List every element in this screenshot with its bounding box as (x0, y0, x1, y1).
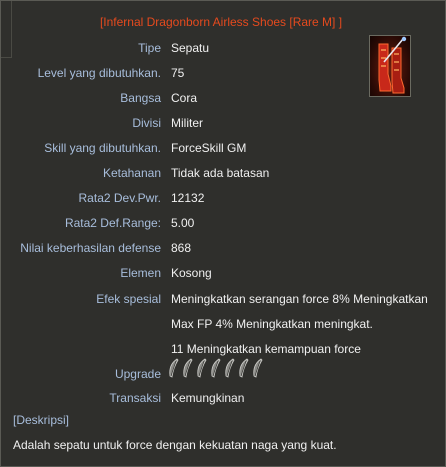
item-title: [Infernal Dragonborn Airless Shoes [Rare… (99, 15, 343, 29)
effect-line: 11 Meningkatkan kemampuan force (171, 342, 361, 356)
transaction-row: Transaksi Kemungkinan (1, 389, 441, 407)
stat-value: 5.00 (171, 216, 195, 230)
description-heading: [Deskripsi] (13, 413, 70, 427)
stat-value: 75 (171, 66, 185, 80)
description-text: Adalah sepatu untuk force dengan kekuata… (13, 438, 337, 452)
upgrade-slots (167, 357, 263, 379)
feather-slot-icon (239, 358, 249, 378)
stat-label: Ketahanan (102, 166, 161, 180)
effect-line: Max FP 4% Meningkatkan meningkat. (171, 317, 373, 331)
item-tooltip: [Infernal Dragonborn Airless Shoes [Rare… (0, 0, 446, 467)
stat-label: Level yang dibutuhkan. (37, 66, 161, 80)
stat-value: Sepatu (171, 41, 210, 55)
stat-row: Divisi Militer (1, 114, 441, 132)
stat-label: Skill yang dibutuhkan. (44, 141, 161, 155)
feather-slot-icon (211, 358, 221, 378)
stat-label: Bangsa (120, 91, 161, 105)
stat-label: Nilai keberhasilan defense (20, 241, 161, 255)
stat-value: Militer (171, 116, 203, 130)
upgrade-label: Upgrade (114, 367, 161, 381)
feather-slot-icon (183, 358, 193, 378)
stat-value: Cora (171, 91, 198, 105)
transaction-label: Transaksi (109, 391, 161, 405)
stat-value: Meningkatkan serangan force 8% Meningkat… (171, 292, 428, 306)
stat-row: Nilai keberhasilan defense 868 (1, 239, 441, 257)
stat-row: Ketahanan Tidak ada batasan (1, 164, 441, 182)
stat-label: Tipe (138, 41, 161, 55)
stat-label: Efek spesial (96, 292, 161, 306)
transaction-value: Kemungkinan (171, 391, 245, 405)
stat-row: Elemen Kosong (1, 264, 441, 282)
feather-slot-icon (197, 358, 207, 378)
stat-label: Divisi (132, 116, 161, 130)
stat-row: Rata2 Dev.Pwr. 12132 (1, 189, 441, 207)
stat-value: Tidak ada batasan (171, 166, 270, 180)
stat-label: Elemen (120, 266, 161, 280)
stat-row: Efek spesial Meningkatkan serangan force … (1, 290, 441, 308)
stat-value: ForceSkill GM (171, 141, 247, 155)
stat-row: Skill yang dibutuhkan. ForceSkill GM (1, 139, 441, 157)
stat-row: Level yang dibutuhkan. 75 (1, 64, 441, 82)
stat-value: Kosong (171, 266, 212, 280)
stat-row: Rata2 Def.Range: 5.00 (1, 214, 441, 232)
stat-value: 12132 (171, 191, 205, 205)
feather-slot-icon (169, 358, 179, 378)
stat-value: 868 (171, 241, 192, 255)
stat-label: Rata2 Dev.Pwr. (78, 191, 161, 205)
feather-slot-icon (225, 358, 235, 378)
feather-slot-icon (253, 358, 263, 378)
stat-row: Bangsa Cora (1, 89, 441, 107)
stat-label: Rata2 Def.Range: (64, 216, 161, 230)
stat-row: Tipe Sepatu (1, 39, 441, 57)
